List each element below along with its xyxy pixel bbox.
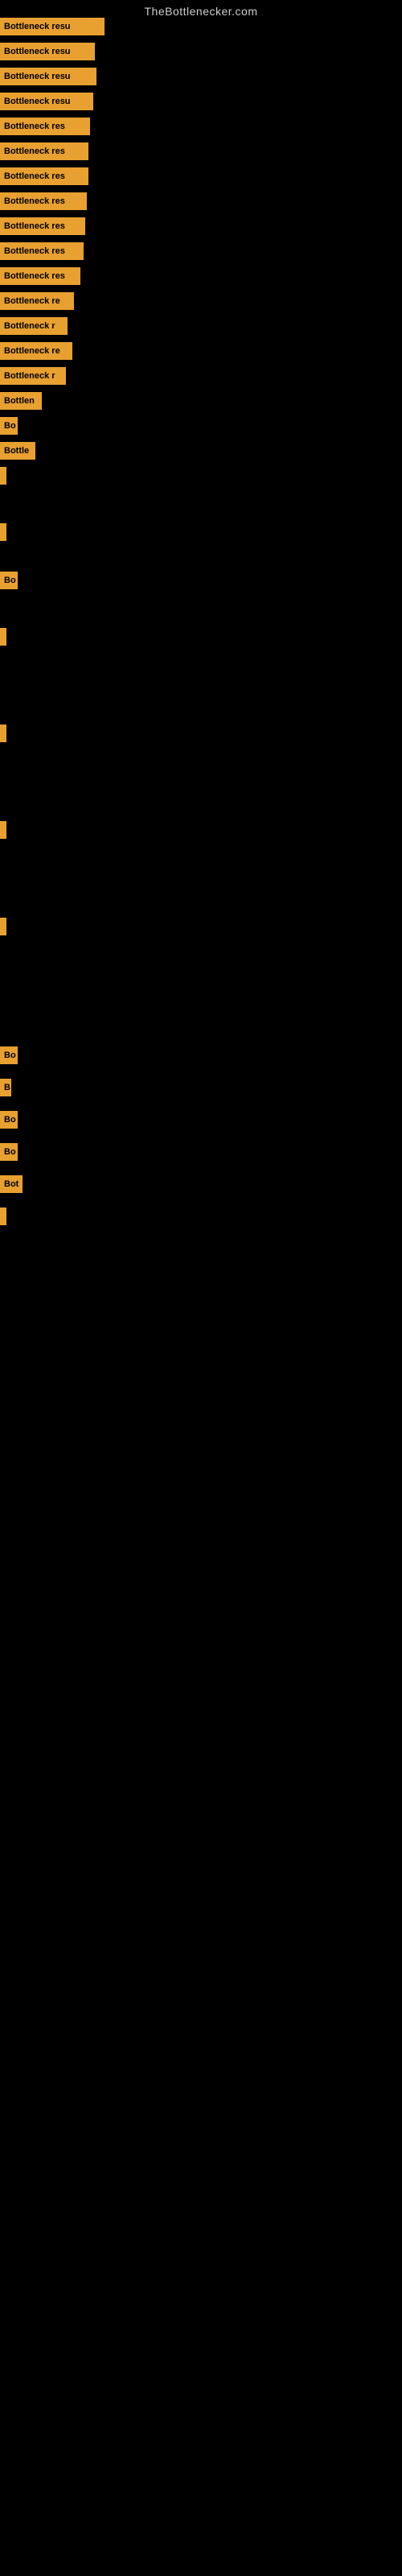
bar-row: Bo bbox=[0, 1143, 18, 1161]
bar-row: Bot bbox=[0, 1175, 23, 1193]
bar-label: Bo bbox=[0, 572, 18, 589]
bar-row: B bbox=[0, 1079, 11, 1096]
bar-label: Bottleneck resu bbox=[0, 93, 93, 110]
bar-label: Bottleneck r bbox=[0, 367, 66, 385]
bar-label: Bottleneck res bbox=[0, 267, 80, 285]
bar-label: Bottleneck re bbox=[0, 292, 74, 310]
bar-label: Bo bbox=[0, 1046, 18, 1064]
bar-row: Bottleneck resu bbox=[0, 68, 96, 85]
bar-line bbox=[0, 918, 6, 935]
bar-line bbox=[0, 628, 6, 646]
bar-row: Bottleneck res bbox=[0, 192, 87, 210]
bar-row: Bo bbox=[0, 572, 18, 589]
bar-label: Bottleneck resu bbox=[0, 43, 95, 60]
bar-row: Bottleneck res bbox=[0, 142, 88, 160]
bar-label: Bottleneck res bbox=[0, 192, 87, 210]
bar-line bbox=[0, 724, 6, 742]
bar-row: Bottleneck res bbox=[0, 118, 90, 135]
bar-line bbox=[0, 821, 6, 839]
bar-label: Bottleneck resu bbox=[0, 18, 105, 35]
bar-row: Bottleneck re bbox=[0, 342, 72, 360]
bar-label: Bottlen bbox=[0, 392, 42, 410]
bar-label: Bottleneck res bbox=[0, 167, 88, 185]
bar-row: Bottleneck resu bbox=[0, 43, 95, 60]
bar-line bbox=[0, 1208, 6, 1225]
bar-row: Bottleneck resu bbox=[0, 93, 93, 110]
bar-row: Bottleneck re bbox=[0, 292, 74, 310]
bar-label: Bottleneck resu bbox=[0, 68, 96, 85]
bar-row: Bottleneck res bbox=[0, 242, 84, 260]
bar-label: Bottle bbox=[0, 442, 35, 460]
bar-label: Bottleneck re bbox=[0, 342, 72, 360]
bar-row: Bottleneck r bbox=[0, 367, 66, 385]
bar-label: Bottleneck res bbox=[0, 242, 84, 260]
bar-row: Bo bbox=[0, 1046, 18, 1064]
bar-label: B bbox=[0, 1079, 11, 1096]
bar-row bbox=[0, 1208, 6, 1225]
bar-label: Bo bbox=[0, 1111, 18, 1129]
bar-row: Bottleneck resu bbox=[0, 18, 105, 35]
bar-line bbox=[0, 523, 6, 541]
bar-label: Bo bbox=[0, 417, 18, 435]
bar-row: Bo bbox=[0, 417, 18, 435]
bar-row: Bottle bbox=[0, 442, 35, 460]
bar-row: Bottlen bbox=[0, 392, 42, 410]
bar-row bbox=[0, 821, 6, 839]
bar-row: Bo bbox=[0, 1111, 18, 1129]
bar-row: Bottleneck res bbox=[0, 217, 85, 235]
bar-label: Bottleneck res bbox=[0, 118, 90, 135]
bar-label: Bo bbox=[0, 1143, 18, 1161]
bar-row: Bottleneck r bbox=[0, 317, 68, 335]
bar-row bbox=[0, 523, 6, 541]
bar-label: Bottleneck res bbox=[0, 217, 85, 235]
bar-row bbox=[0, 724, 6, 742]
bar-label: Bottleneck r bbox=[0, 317, 68, 335]
bar-row: Bottleneck res bbox=[0, 167, 88, 185]
bar-label: Bottleneck res bbox=[0, 142, 88, 160]
bar-row: Bottleneck res bbox=[0, 267, 80, 285]
bar-label: Bot bbox=[0, 1175, 23, 1193]
bar-row bbox=[0, 918, 6, 935]
bar-line bbox=[0, 467, 6, 485]
bar-row bbox=[0, 467, 6, 485]
bar-row bbox=[0, 628, 6, 646]
